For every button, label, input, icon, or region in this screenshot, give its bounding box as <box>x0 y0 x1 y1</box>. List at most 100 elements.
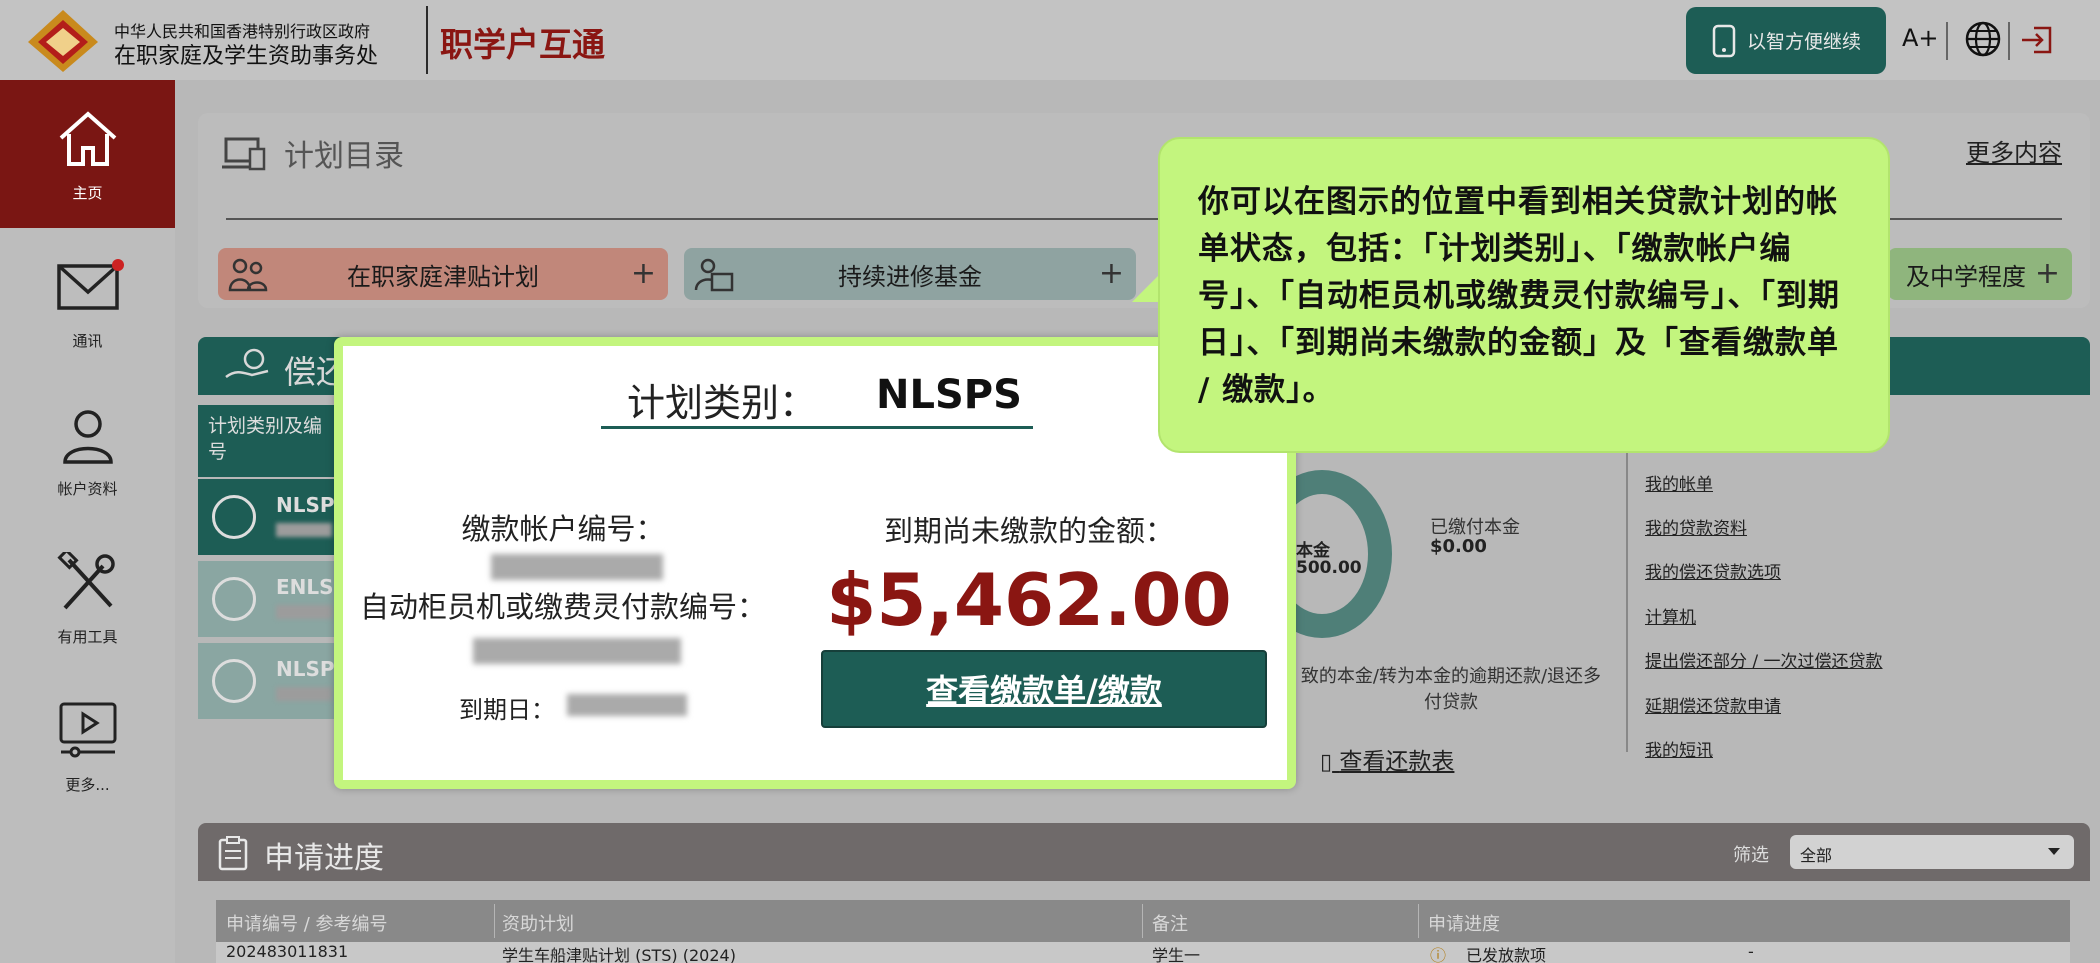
column-separator <box>1142 904 1143 938</box>
dollar-coin-icon <box>212 577 256 621</box>
link-my-sms[interactable]: 我的短讯 <box>1645 736 1713 761</box>
column-separator <box>1418 904 1419 938</box>
link-repayment-options[interactable]: 我的偿还贷款选项 <box>1645 558 1781 583</box>
loan-code: NLSP <box>276 493 335 517</box>
masked-value <box>276 523 332 537</box>
column-header: 申请进度 <box>1428 914 1500 935</box>
plans-title: 计划目录 <box>284 139 404 174</box>
laptop-icon <box>222 137 266 171</box>
clipboard-icon: ▯ <box>1320 750 1333 775</box>
filter-label: 筛选 <box>1733 845 1769 866</box>
loan-code: NLSP <box>276 657 335 681</box>
application-progress-header: 申请进度 筛选 全部 <box>198 823 2090 881</box>
view-bill-pay-button[interactable]: 查看缴款单/缴款 <box>821 650 1267 728</box>
header-separator <box>2008 22 2010 60</box>
column-header: 申请编号 / 参考编号 <box>226 914 388 935</box>
payment-account-label: 缴款帐户编号： <box>461 512 665 546</box>
sidebar: 主页 通讯 帐户资料 有用工具 更多... <box>0 80 175 963</box>
plus-icon: + <box>630 256 656 291</box>
link-early-repayment[interactable]: 提出偿还部分 / 一次过偿还贷款 <box>1645 647 1883 672</box>
org-name-line2: 在职家庭及学生资助事务处 <box>114 44 379 69</box>
wfsfaa-logo-icon <box>28 10 98 72</box>
plan-type-label: 计划类别： <box>627 381 818 425</box>
link-my-bills[interactable]: 我的帐单 <box>1645 470 1713 495</box>
plus-icon: + <box>1098 256 1124 291</box>
dollar-coin-icon <box>212 495 256 539</box>
masked-atm-number <box>473 638 681 664</box>
logo-divider <box>426 6 428 74</box>
sidebar-item-account[interactable]: 帐户资料 <box>0 376 175 524</box>
masked-due-date <box>567 694 687 716</box>
filter-value: 全部 <box>1800 846 1833 865</box>
outstanding-amount-label: 到期尚未缴款的金额： <box>883 514 1174 548</box>
callout-text: 你可以在图示的位置中看到相关贷款计划的帐单状态，包括：「计划类别」、「缴款帐户编… <box>1198 184 1840 408</box>
paid-principal-value: $0.00 <box>1430 536 1487 557</box>
top-header: 中华人民共和国香港特别行政区政府 在职家庭及学生资助事务处 职学户互通 以智方便… <box>0 0 2100 80</box>
font-size-button[interactable]: A+ <box>1902 24 1939 52</box>
family-icon <box>228 258 268 292</box>
masked-value <box>276 687 332 701</box>
application-status: 已发放款项 <box>1466 946 1547 963</box>
plan-type-underline <box>601 426 1033 429</box>
loan-row[interactable]: NLSP <box>198 479 338 555</box>
application-extra: - <box>1748 942 1754 961</box>
plan-type-value: NLSPS <box>876 372 1022 418</box>
application-id: 202483011831 <box>226 942 349 961</box>
outstanding-amount: $5,462.00 <box>826 558 1232 642</box>
iam-smart-label: 以智方便继续 <box>1746 31 1861 53</box>
links-divider <box>1626 452 1628 752</box>
hand-money-icon <box>225 348 269 379</box>
header-separator <box>1946 22 1948 60</box>
repayment-note: 致的本金/转为本金的逾期还款/退还多付贷款 <box>1300 666 1602 713</box>
plus-icon: + <box>2034 256 2060 291</box>
plan-button-label: 及中学程度 <box>1906 262 2026 291</box>
loan-code: ENLS <box>276 575 334 599</box>
view-schedule-link[interactable]: ▯ 查看还款表 <box>1320 742 1454 776</box>
sidebar-item-label: 有用工具 <box>57 628 118 646</box>
column-header: 资助计划 <box>502 914 574 935</box>
more-content-link[interactable]: 更多内容 <box>1966 133 2062 168</box>
bill-status-focus-card: 计划类别： NLSPS 缴款帐户编号： 自动柜员机或缴费灵付款编号： 到期日： … <box>334 337 1296 789</box>
plan-button-label: 在职家庭津贴计划 <box>347 262 539 291</box>
donut-value: 500.00 <box>1296 558 1362 578</box>
tools-icon <box>57 552 115 610</box>
link-deferment[interactable]: 延期偿还贷款申请 <box>1645 692 1781 717</box>
loan-row[interactable]: NLSP <box>198 643 338 719</box>
due-date-label: 到期日： <box>459 696 555 724</box>
application-progress-title: 申请进度 <box>264 841 384 876</box>
loan-row[interactable]: ENLS <box>198 561 338 637</box>
sidebar-item-label: 通讯 <box>72 332 103 350</box>
loan-column-header: 计划类别及编号 <box>198 405 338 477</box>
application-table-header: 申请编号 / 参考编号 资助计划 备注 申请进度 <box>216 900 2070 942</box>
globe-icon[interactable] <box>1964 20 2002 58</box>
filter-select[interactable]: 全部 <box>1790 835 2074 869</box>
sidebar-item-home[interactable]: 主页 <box>0 80 175 228</box>
user-icon <box>63 410 113 464</box>
application-scheme: 学生车船津贴计划 (STS) (2024) <box>502 946 736 963</box>
sidebar-item-more[interactable]: 更多... <box>0 672 175 820</box>
clipboard-check-icon <box>218 836 248 871</box>
logout-icon[interactable] <box>2020 24 2054 56</box>
link-calculator[interactable]: 计算机 <box>1645 603 1696 628</box>
dollar-coin-icon <box>212 659 256 703</box>
sidebar-item-label: 更多... <box>65 776 110 794</box>
table-row[interactable]: 202483011831 学生车船津贴计划 (STS) (2024) 学生一 ⓘ… <box>216 942 2070 963</box>
plan-button-secondary[interactable]: 及中学程度 + <box>1888 248 2072 300</box>
info-icon: ⓘ <box>1430 946 1447 963</box>
sidebar-item-tools[interactable]: 有用工具 <box>0 524 175 672</box>
sidebar-item-messages[interactable]: 通讯 <box>0 228 175 376</box>
atm-pps-number-label: 自动柜员机或缴费灵付款编号： <box>359 590 766 624</box>
sidebar-item-label: 帐户资料 <box>57 480 118 498</box>
link-my-loan-info[interactable]: 我的贷款资料 <box>1645 514 1747 539</box>
plan-button-cef[interactable]: 持续进修基金 + <box>684 248 1136 300</box>
iam-smart-button[interactable]: 以智方便继续 <box>1686 7 1886 74</box>
view-schedule-label: 查看还款表 <box>1339 749 1455 775</box>
plan-button-wfa[interactable]: 在职家庭津贴计划 + <box>218 248 668 300</box>
tutorial-callout: 你可以在图示的位置中看到相关贷款计划的帐单状态，包括：「计划类别」、「缴款帐户编… <box>1158 137 1890 453</box>
masked-value <box>276 605 332 619</box>
portal-brand-title[interactable]: 职学户互通 <box>440 18 605 66</box>
sidebar-item-label: 主页 <box>72 184 103 202</box>
chevron-down-icon <box>2048 848 2060 855</box>
home-icon <box>59 111 117 166</box>
video-play-icon <box>59 702 117 758</box>
